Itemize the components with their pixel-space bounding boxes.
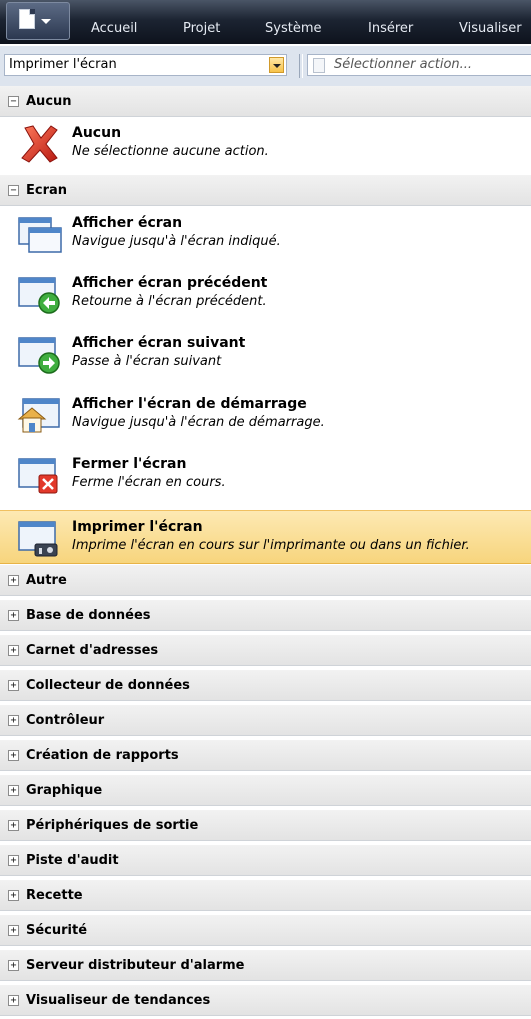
action-title: Imprimer l'écran	[72, 519, 203, 535]
expand-icon[interactable]: +	[8, 750, 19, 761]
action-search-placeholder: Sélectionner action...	[334, 57, 473, 72]
expand-icon[interactable]: +	[8, 960, 19, 971]
action-search-input[interactable]: Sélectionner action...	[307, 54, 531, 76]
collapse-icon[interactable]: −	[8, 96, 19, 107]
action-item-afficher-ecran-suivant[interactable]: Afficher écran suivant Passe à l'écran s…	[0, 327, 531, 381]
action-description: Ne sélectionne aucune action.	[72, 144, 269, 159]
group-header-carnet-adresses[interactable]: + Carnet d'adresses	[0, 635, 531, 666]
red-x-icon	[21, 125, 58, 163]
expand-icon[interactable]: +	[8, 890, 19, 901]
action-item-imprimer-ecran[interactable]: Imprimer l'écran Imprime l'écran en cour…	[0, 510, 531, 564]
group-header-collecteur-donnees[interactable]: + Collecteur de données	[0, 670, 531, 701]
action-item-fermer-ecran[interactable]: Fermer l'écran Ferme l'écran en cours.	[0, 448, 531, 502]
action-item-afficher-ecran[interactable]: Afficher écran Navigue jusqu'à l'écran i…	[0, 207, 531, 261]
group-header-securite[interactable]: + Sécurité	[0, 915, 531, 946]
action-title: Afficher écran précédent	[72, 275, 268, 291]
expand-icon[interactable]: +	[8, 680, 19, 691]
screen-action-select-value: Imprimer l'écran	[9, 57, 117, 72]
action-title: Afficher écran suivant	[72, 335, 246, 351]
group-title: Création de rapports	[26, 748, 179, 763]
expand-icon[interactable]: +	[8, 610, 19, 621]
menu-projet[interactable]: Projet	[183, 21, 220, 36]
screen-action-select[interactable]: Imprimer l'écran	[4, 54, 287, 76]
group-title: Aucun	[26, 94, 72, 109]
toolbar-separator	[299, 54, 303, 78]
action-item-aucun[interactable]: Aucun Ne sélectionne aucune action.	[0, 117, 531, 171]
group-header-recette[interactable]: + Recette	[0, 880, 531, 911]
group-header-peripheriques-sortie[interactable]: + Périphériques de sortie	[0, 810, 531, 841]
window-print-icon	[18, 521, 58, 557]
chevron-down-icon	[41, 19, 51, 24]
menu-visualiser[interactable]: Visualiser	[459, 21, 522, 36]
expand-icon[interactable]: +	[8, 925, 19, 936]
action-title: Afficher écran	[72, 215, 183, 231]
action-description: Imprime l'écran en cours sur l'imprimant…	[72, 538, 470, 553]
expand-icon[interactable]: +	[8, 820, 19, 831]
application-menu-button[interactable]	[6, 2, 70, 40]
expand-icon[interactable]: +	[8, 855, 19, 866]
action-description: Navigue jusqu'à l'écran indiqué.	[72, 234, 281, 249]
expand-icon[interactable]: +	[8, 995, 19, 1006]
action-description: Retourne à l'écran précédent.	[72, 294, 267, 309]
action-description: Passe à l'écran suivant	[72, 354, 222, 369]
group-header-ecran[interactable]: − Ecran	[0, 175, 531, 206]
group-title: Piste d'audit	[26, 853, 119, 868]
expand-icon[interactable]: +	[8, 575, 19, 586]
action-toolbar: Imprimer l'écran Sélectionner action...	[0, 46, 531, 87]
menu-systeme[interactable]: Système	[265, 21, 321, 36]
group-header-creation-rapports[interactable]: + Création de rapports	[0, 740, 531, 771]
collapse-icon[interactable]: −	[8, 185, 19, 196]
window-icon	[18, 217, 62, 253]
group-header-controleur[interactable]: + Contrôleur	[0, 705, 531, 736]
group-header-visualiseur-tendances[interactable]: + Visualiseur de tendances	[0, 985, 531, 1016]
expand-icon[interactable]: +	[8, 785, 19, 796]
group-title: Carnet d'adresses	[26, 643, 159, 658]
action-icon	[313, 58, 325, 73]
group-header-piste-audit[interactable]: + Piste d'audit	[0, 845, 531, 876]
group-title: Autre	[26, 573, 67, 588]
ribbon-menubar: Accueil Projet Système Insérer Visualise…	[0, 0, 531, 44]
action-description: Ferme l'écran en cours.	[72, 475, 226, 490]
group-title: Collecteur de données	[26, 678, 190, 693]
action-description: Navigue jusqu'à l'écran de démarrage.	[72, 415, 325, 430]
group-title: Graphique	[26, 783, 103, 798]
group-title: Contrôleur	[26, 713, 105, 728]
group-title: Recette	[26, 888, 83, 903]
menu-inserer[interactable]: Insérer	[368, 21, 413, 36]
menu-accueil[interactable]: Accueil	[91, 21, 137, 36]
group-title: Base de données	[26, 608, 151, 623]
group-title: Serveur distributeur d'alarme	[26, 958, 245, 973]
action-list: − Aucun Aucun Ne sélectionne aucune acti…	[0, 86, 531, 1019]
window-back-icon	[18, 277, 60, 314]
action-title: Aucun	[72, 125, 122, 141]
group-header-graphique[interactable]: + Graphique	[0, 775, 531, 806]
action-item-afficher-ecran-precedent[interactable]: Afficher écran précédent Retourne à l'éc…	[0, 267, 531, 321]
group-title: Visualiseur de tendances	[26, 993, 211, 1008]
group-header-aucun[interactable]: − Aucun	[0, 86, 531, 117]
expand-icon[interactable]: +	[8, 715, 19, 726]
action-title: Fermer l'écran	[72, 456, 187, 472]
group-title: Ecran	[26, 183, 68, 198]
window-home-icon	[17, 398, 60, 433]
window-forward-icon	[18, 337, 60, 374]
expand-icon[interactable]: +	[8, 645, 19, 656]
group-header-base-de-donnees[interactable]: + Base de données	[0, 600, 531, 631]
group-header-serveur-alarme[interactable]: + Serveur distributeur d'alarme	[0, 950, 531, 981]
group-header-autre[interactable]: + Autre	[0, 565, 531, 596]
group-title: Sécurité	[26, 923, 88, 938]
action-title: Afficher l'écran de démarrage	[72, 396, 307, 412]
dropdown-arrow-icon[interactable]	[269, 57, 284, 73]
window-close-icon	[18, 458, 58, 494]
group-title: Périphériques de sortie	[26, 818, 199, 833]
document-icon	[19, 9, 35, 29]
action-item-afficher-ecran-demarrage[interactable]: Afficher l'écran de démarrage Navigue ju…	[0, 388, 531, 442]
